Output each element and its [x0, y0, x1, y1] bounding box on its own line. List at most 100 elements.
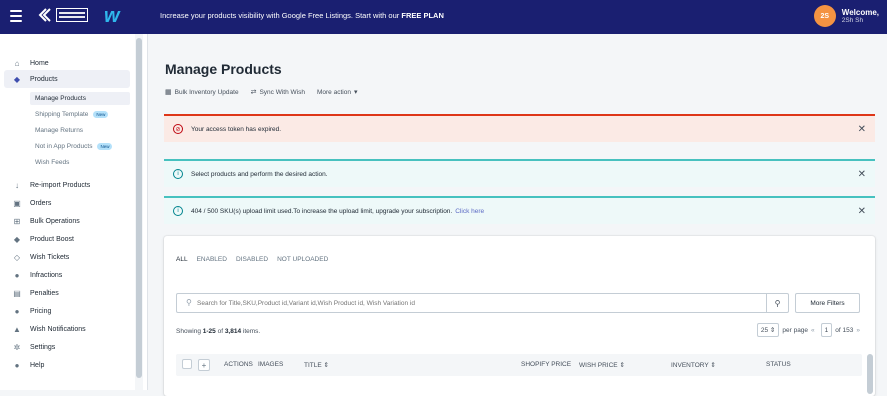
sidebar-scrollbar[interactable]: [135, 34, 143, 390]
close-icon[interactable]: ✕: [858, 124, 866, 135]
tab-enabled[interactable]: ENABLED: [197, 256, 227, 263]
sidebar-item-label: Settings: [30, 343, 56, 351]
sidebar-item-label: Infractions: [30, 271, 63, 279]
info-icon: i: [173, 206, 183, 216]
product-status-tabs: ALL ENABLED DISABLED NOT UPLOADED: [176, 256, 337, 263]
wish-logo-icon: w: [104, 5, 120, 27]
sidebar-item-label: Wish Notifications: [30, 325, 86, 333]
showing-suffix: items.: [242, 328, 261, 335]
error-banner: ⊘ Your access token has expired. ✕: [164, 114, 875, 142]
sidebar-item-label: Product Boost: [30, 235, 74, 243]
column-title[interactable]: TITLE ⇕: [304, 361, 329, 369]
next-page-icon[interactable]: »: [856, 327, 860, 334]
grid-icon: ⊞: [13, 216, 21, 226]
column-images: IMAGES: [258, 361, 284, 368]
help-icon: ●: [14, 360, 20, 370]
page-title: Manage Products: [165, 61, 282, 77]
column-inventory[interactable]: INVENTORY ⇕: [671, 361, 716, 369]
per-page-select[interactable]: 25 ⇕: [756, 323, 780, 337]
welcome-text: Welcome,: [841, 8, 879, 17]
sidebar-subitem-manage-products[interactable]: Manage Products: [30, 92, 130, 105]
dollar-icon: ●: [14, 306, 20, 316]
sidebar-item-infractions[interactable]: ● Infractions: [0, 266, 140, 284]
select-all-checkbox[interactable]: [182, 359, 192, 369]
showing-prefix: Showing: [176, 328, 201, 335]
more-action-dropdown[interactable]: More action ▾: [316, 88, 360, 97]
hamburger-menu-icon[interactable]: [10, 10, 22, 22]
page-count: of 153: [835, 326, 854, 334]
sync-icon: ⇄: [250, 89, 257, 96]
user-name: 2Sh Sh: [841, 17, 864, 24]
sidebar-item-orders[interactable]: ▣ Orders: [0, 194, 140, 212]
sidebar-item-product-boost[interactable]: ◆ Product Boost: [0, 230, 140, 248]
search-button[interactable]: ⚲: [766, 294, 788, 312]
table-scrollbar[interactable]: [867, 354, 873, 394]
sidebar-item-settings[interactable]: ✲ Settings: [0, 338, 140, 356]
logo-mark-icon: [38, 8, 51, 22]
sync-with-wish-button[interactable]: ⇄ Sync With Wish: [250, 88, 305, 97]
error-banner-text: Your access token has expired.: [191, 125, 282, 133]
tag-icon: ◇: [13, 252, 21, 262]
close-icon[interactable]: ✕: [858, 169, 866, 180]
column-wish-price[interactable]: WISH PRICE ⇕: [579, 361, 625, 369]
info-banner-select: i Select products and perform the desire…: [164, 159, 875, 187]
sidebar-item-help[interactable]: ● Help: [0, 356, 140, 374]
search-input[interactable]: [197, 296, 757, 310]
sidebar-subitem-label: Shipping Template: [35, 111, 89, 118]
expand-plus-icon[interactable]: +: [198, 359, 210, 371]
search-icon: ⚲: [186, 298, 192, 307]
caret-down-icon: ▾: [353, 89, 358, 96]
tab-disabled[interactable]: DISABLED: [236, 256, 268, 263]
home-icon: ⌂: [14, 58, 20, 68]
sidebar-scrollbar-thumb[interactable]: [136, 38, 142, 378]
download-icon: ↓: [15, 180, 19, 190]
tag-icon: ◆: [13, 74, 21, 84]
showing-range: 1-25: [202, 328, 216, 335]
sidebar-item-wish-notifications[interactable]: ▲ Wish Notifications: [0, 320, 140, 338]
bell-icon: ▲: [13, 324, 21, 334]
column-status: STATUS: [766, 361, 791, 368]
user-menu[interactable]: 2S Welcome, 2Sh Sh: [813, 5, 879, 27]
inbox-icon: ▣: [13, 198, 21, 208]
logo-wordmark: [56, 8, 88, 22]
sidebar-item-penalties[interactable]: ▤ Penalties: [0, 284, 140, 302]
sidebar-item-label: Re-import Products: [30, 181, 91, 189]
sidebar-item-reimport[interactable]: ↓ Re-import Products: [0, 176, 140, 194]
page-input[interactable]: 1: [820, 323, 833, 337]
sidebar-item-products[interactable]: ◆ Products: [4, 70, 130, 88]
column-shopify-price: SHOPIFY PRICE: [521, 361, 572, 368]
more-action-label: More action: [316, 88, 351, 96]
main-content: Manage Products ▦ Bulk Inventory Update …: [148, 34, 887, 396]
sidebar-subitem-wish-feeds[interactable]: Wish Feeds: [35, 156, 69, 169]
showing-total: 3,814: [224, 328, 242, 335]
sidebar-item-label: Home: [30, 59, 49, 67]
new-badge: New: [97, 143, 113, 150]
gear-icon: ✲: [13, 342, 21, 352]
sidebar-item-bulk-operations[interactable]: ⊞ Bulk Operations: [0, 212, 140, 230]
sidebar-subitem-not-in-app[interactable]: Not in App Products New: [35, 140, 113, 153]
sidebar-subitem-shipping-template[interactable]: Shipping Template New: [35, 108, 109, 121]
tab-not-uploaded[interactable]: NOT UPLOADED: [277, 256, 328, 263]
sidebar-item-wish-tickets[interactable]: ◇ Wish Tickets: [0, 248, 140, 266]
close-icon[interactable]: ✕: [858, 206, 866, 217]
promo-banner-text[interactable]: Increase your products visibility with G…: [160, 11, 444, 20]
products-card: ALL ENABLED DISABLED NOT UPLOADED ⚲ ⚲ Mo…: [164, 236, 875, 396]
more-filters-button[interactable]: More Filters: [795, 293, 860, 313]
error-circle-icon: ⊘: [173, 124, 183, 134]
tab-all[interactable]: ALL: [176, 256, 188, 263]
top-bar: w Increase your products visibility with…: [0, 0, 887, 34]
sidebar-item-pricing[interactable]: ● Pricing: [0, 302, 140, 320]
sidebar-item-label: Penalties: [30, 289, 59, 297]
page-actions: ▦ Bulk Inventory Update ⇄ Sync With Wish…: [165, 88, 372, 97]
sidebar-item-label: Orders: [30, 199, 52, 207]
app-logo[interactable]: [37, 7, 88, 23]
document-icon: ▤: [13, 288, 21, 298]
bulk-inventory-update-button[interactable]: ▦ Bulk Inventory Update: [165, 88, 239, 97]
click-here-link[interactable]: Click here: [455, 208, 484, 215]
search-box: ⚲ ⚲: [176, 293, 789, 313]
sync-with-wish-label: Sync With Wish: [259, 88, 305, 96]
info-banner-text: Select products and perform the desired …: [191, 170, 328, 178]
sidebar-subitem-manage-returns[interactable]: Manage Returns: [35, 124, 83, 137]
prev-page-icon[interactable]: «: [811, 327, 815, 334]
info-icon: i: [173, 169, 183, 179]
